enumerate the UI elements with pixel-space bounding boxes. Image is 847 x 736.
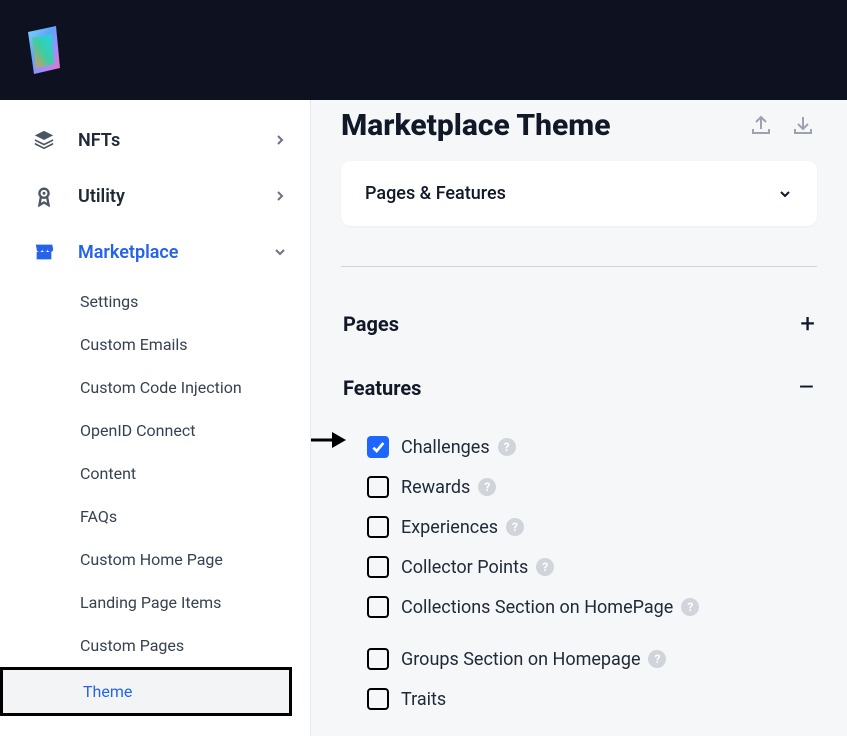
help-icon[interactable]: ? — [498, 438, 516, 456]
feature-row-challenges: Challenges ? — [367, 427, 817, 467]
sidebar-item-marketplace[interactable]: Marketplace — [0, 224, 310, 280]
feature-row-collections-homepage: Collections Section on HomePage ? — [367, 587, 817, 627]
sidebar-item-utility[interactable]: Utility — [0, 168, 310, 224]
chevron-right-icon — [272, 188, 288, 204]
sidebar: NFTs Utility Marketplace Settings — [0, 100, 311, 736]
features-list: Challenges ? Rewards ? Experiences ? Col… — [341, 427, 817, 736]
store-icon — [30, 238, 58, 266]
section-dropdown[interactable]: Pages & Features — [341, 161, 817, 226]
feature-label: Traits — [401, 689, 446, 710]
checkbox-challenges[interactable] — [367, 436, 389, 458]
feature-row-rewards: Rewards ? — [367, 467, 817, 507]
sidebar-subitem-openid-connect[interactable]: OpenID Connect — [80, 409, 288, 452]
topbar — [0, 0, 847, 100]
sidebar-subitem-custom-home-page[interactable]: Custom Home Page — [80, 538, 288, 581]
badge-icon — [30, 182, 58, 210]
sidebar-subitem-settings[interactable]: Settings — [80, 280, 288, 323]
feature-label: Experiences — [401, 517, 498, 538]
layers-icon — [30, 126, 58, 154]
export-button[interactable] — [747, 112, 775, 140]
sidebar-submenu-marketplace: Settings Custom Emails Custom Code Injec… — [0, 280, 310, 716]
sidebar-subitem-faqs[interactable]: FAQs — [80, 495, 288, 538]
sidebar-subitem-custom-emails[interactable]: Custom Emails — [80, 323, 288, 366]
sidebar-subitem-content[interactable]: Content — [80, 452, 288, 495]
sidebar-item-label: NFTs — [78, 130, 120, 151]
main-content: Marketplace Theme Pages & Features Pages… — [311, 100, 847, 736]
page-header: Marketplace Theme — [341, 108, 817, 143]
collapse-icon[interactable]: – — [798, 373, 815, 403]
app-logo[interactable] — [22, 24, 64, 76]
help-icon[interactable]: ? — [681, 598, 699, 616]
feature-row-experiences: Experiences ? — [367, 507, 817, 547]
help-icon[interactable]: ? — [536, 558, 554, 576]
checkbox-experiences[interactable] — [367, 516, 389, 538]
feature-label: Collector Points — [401, 557, 528, 578]
help-icon[interactable]: ? — [648, 650, 666, 668]
sidebar-item-nfts[interactable]: NFTs — [0, 112, 310, 168]
sidebar-item-label: Marketplace — [78, 242, 179, 263]
checkbox-groups-homepage[interactable] — [367, 648, 389, 670]
import-button[interactable] — [789, 112, 817, 140]
section-label: Pages — [343, 312, 399, 336]
feature-row-traits: Traits — [367, 679, 817, 719]
dropdown-label: Pages & Features — [365, 183, 506, 204]
checkbox-rewards[interactable] — [367, 476, 389, 498]
header-actions — [747, 112, 817, 140]
help-icon[interactable]: ? — [506, 518, 524, 536]
pointer-arrow-icon — [311, 429, 346, 451]
chevron-down-icon — [272, 244, 288, 260]
checkbox-collector-points[interactable] — [367, 556, 389, 578]
feature-label: Challenges — [401, 437, 490, 458]
section-pages[interactable]: Pages + — [341, 299, 817, 349]
chevron-down-icon — [777, 186, 793, 202]
sidebar-subitem-theme[interactable]: Theme — [0, 667, 292, 716]
page-title: Marketplace Theme — [341, 108, 611, 143]
feature-label: Rewards — [401, 477, 470, 498]
feature-row-groups-homepage: Groups Section on Homepage ? — [367, 639, 817, 679]
feature-label: Groups Section on Homepage — [401, 649, 640, 670]
section-features[interactable]: Features – — [341, 363, 817, 413]
expand-icon[interactable]: + — [800, 309, 815, 339]
section-label: Features — [343, 376, 421, 400]
checkbox-collections-homepage[interactable] — [367, 596, 389, 618]
feature-label: Collections Section on HomePage — [401, 597, 673, 618]
sidebar-subitem-custom-pages[interactable]: Custom Pages — [80, 624, 288, 667]
feature-row-legal-confirmation: Legal Confirmation for Purchase — [367, 731, 817, 736]
app-body: NFTs Utility Marketplace Settings — [0, 100, 847, 736]
sidebar-subitem-custom-code-injection[interactable]: Custom Code Injection — [80, 366, 288, 409]
help-icon[interactable]: ? — [478, 478, 496, 496]
sidebar-subitem-landing-page-items[interactable]: Landing Page Items — [80, 581, 288, 624]
divider — [341, 266, 817, 267]
sidebar-item-label: Utility — [78, 186, 125, 207]
checkbox-traits[interactable] — [367, 688, 389, 710]
feature-row-collector-points: Collector Points ? — [367, 547, 817, 587]
chevron-right-icon — [272, 132, 288, 148]
